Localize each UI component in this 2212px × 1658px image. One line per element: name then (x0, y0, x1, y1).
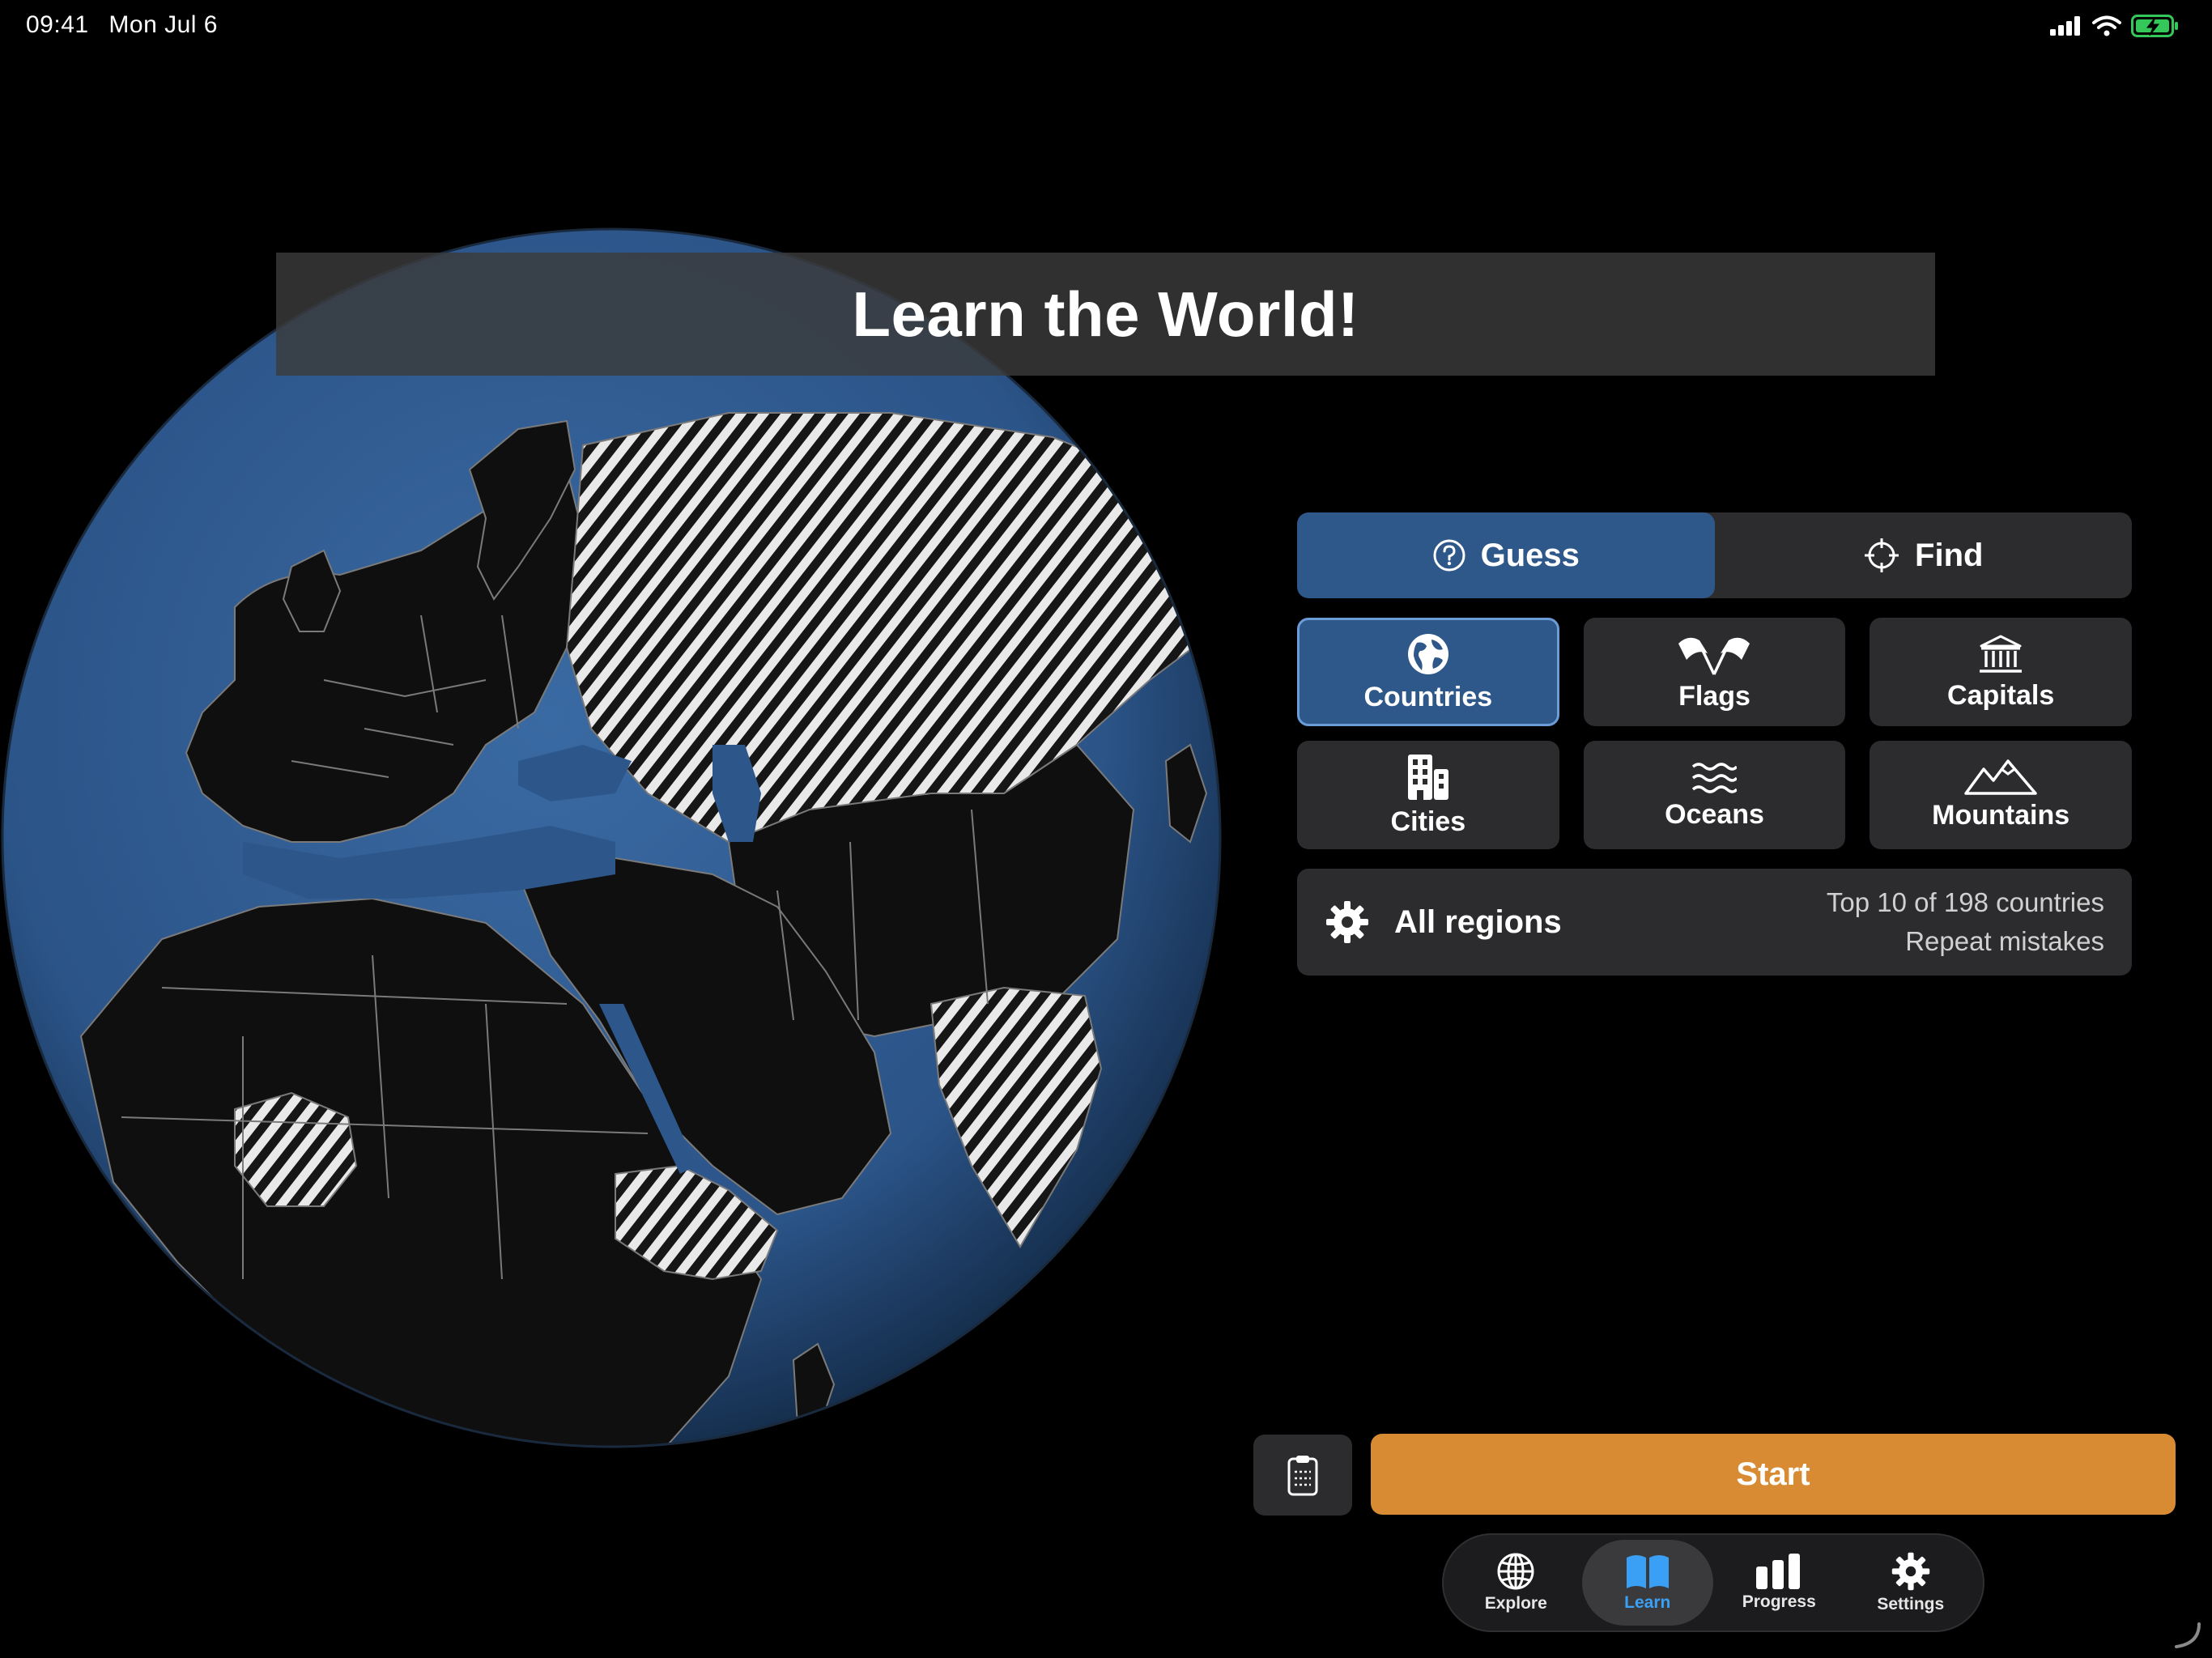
status-clock: 09:41 (26, 11, 89, 38)
book-icon (1626, 1555, 1669, 1588)
cellular-signal-icon (2050, 16, 2080, 36)
region-repeat-text: Repeat mistakes (1905, 926, 2104, 956)
region-label: All regions (1394, 903, 1562, 940)
tab-explore[interactable]: Explore (1450, 1540, 1582, 1626)
tab-progress[interactable]: Progress (1713, 1540, 1845, 1626)
waves-icon (1692, 762, 1738, 793)
tab-bar: Explore Learn Progress Settings (1442, 1533, 1984, 1632)
mode-guess-label: Guess (1480, 537, 1580, 573)
category-cities-button[interactable]: Cities (1297, 741, 1559, 849)
globe-icon (1407, 633, 1448, 674)
resize-handle-icon (2175, 1622, 2201, 1648)
tab-progress-label: Progress (1742, 1592, 1816, 1611)
mode-find-button[interactable]: Find (1715, 512, 2133, 598)
category-flags-label: Flags (1678, 680, 1750, 712)
mode-segmented-control: Guess Find (1297, 512, 2132, 598)
category-grid: Countries Flags Capitals Cities Oceans M… (1297, 618, 2132, 849)
quiz-config-panel: Guess Find Countries Flags Capitals Citi… (1297, 512, 2132, 976)
clipboard-button[interactable] (1253, 1435, 1352, 1516)
tab-settings[interactable]: Settings (1845, 1540, 1977, 1626)
category-countries-label: Countries (1363, 681, 1493, 712)
world-globe[interactable] (0, 227, 1223, 1449)
status-date: Mon Jul 6 (108, 11, 218, 38)
status-icons (2050, 15, 2180, 37)
start-label: Start (1736, 1456, 1810, 1492)
category-oceans-button[interactable]: Oceans (1583, 741, 1846, 849)
flags-icon (1678, 637, 1750, 675)
bar-chart-icon (1756, 1554, 1801, 1589)
region-info: Top 10 of 198 countries Repeat mistakes (1827, 883, 2104, 961)
page-title: Learn the World! (852, 278, 1359, 350)
region-settings-button[interactable]: All regions Top 10 of 198 countries Repe… (1297, 869, 2132, 976)
screen: 09:41 Mon Jul 6 Learn the World! Guess F… (0, 0, 2212, 1658)
clipboard-icon (1287, 1456, 1318, 1496)
category-mountains-button[interactable]: Mountains (1870, 741, 2132, 849)
mode-find-label: Find (1915, 537, 1984, 573)
tab-learn-label: Learn (1624, 1593, 1671, 1612)
category-capitals-label: Capitals (1947, 679, 2055, 711)
globe-grid-icon (1497, 1553, 1534, 1590)
mountains-icon (1964, 759, 2037, 795)
battery-charging-icon (2131, 15, 2178, 37)
start-button[interactable]: Start (1371, 1434, 2176, 1515)
tab-learn[interactable]: Learn (1581, 1540, 1713, 1626)
crosshair-icon (1865, 538, 1899, 572)
title-banner: Learn the World! (276, 253, 1935, 376)
category-cities-label: Cities (1390, 806, 1466, 837)
status-time: 09:41 Mon Jul 6 (26, 11, 218, 39)
category-countries-button[interactable]: Countries (1297, 618, 1559, 726)
question-circle-icon (1433, 539, 1465, 572)
tab-settings-label: Settings (1877, 1595, 1945, 1613)
category-flags-button[interactable]: Flags (1583, 618, 1846, 726)
wifi-icon (2092, 15, 2121, 36)
gear-icon (1891, 1552, 1929, 1591)
tab-explore-label: Explore (1484, 1594, 1547, 1613)
region-count-text: Top 10 of 198 countries (1826, 887, 2104, 917)
category-oceans-label: Oceans (1665, 798, 1764, 830)
category-mountains-label: Mountains (1932, 799, 2070, 831)
gear-icon (1326, 901, 1368, 943)
category-capitals-button[interactable]: Capitals (1870, 618, 2132, 726)
city-building-icon (1407, 754, 1448, 800)
building-columns-icon (1980, 635, 2023, 673)
mode-guess-button[interactable]: Guess (1297, 512, 1715, 598)
globe-map[interactable] (0, 227, 1223, 1449)
